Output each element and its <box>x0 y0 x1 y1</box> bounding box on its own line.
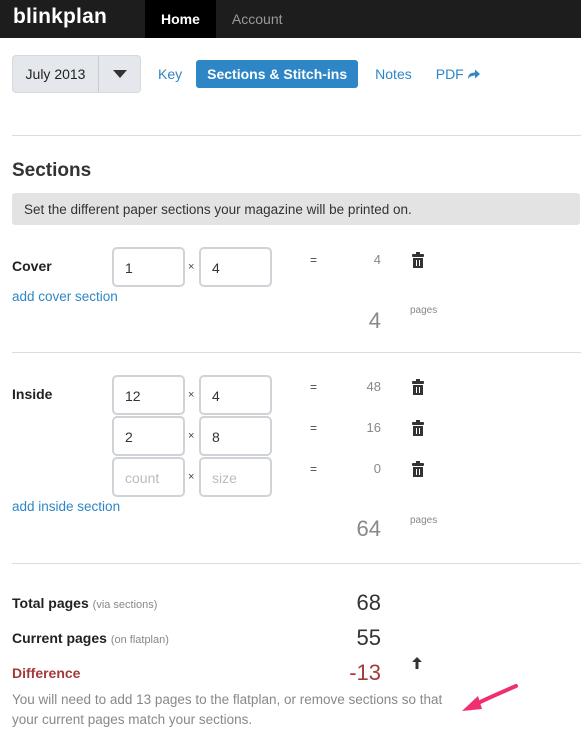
top-navbar: blinkplan Home Account <box>0 0 581 38</box>
inside-size-input[interactable]: 8 <box>199 416 272 456</box>
month-select-value[interactable]: July 2013 <box>13 56 99 92</box>
trash-icon[interactable] <box>412 461 424 477</box>
annotation-arrow-icon <box>462 684 518 711</box>
inside-label: Inside <box>12 386 53 402</box>
cover-label: Cover <box>12 258 52 274</box>
inside-total: 64 <box>356 516 381 541</box>
inside-row-result: 0 <box>373 461 381 476</box>
brand-logo[interactable]: blinkplan <box>0 0 145 38</box>
sections-hint: Set the different paper sections your ma… <box>12 193 580 225</box>
times-sign: × <box>188 430 195 442</box>
current-pages-note: (on flatplan) <box>110 634 169 646</box>
inside-size-input[interactable]: size <box>199 457 272 497</box>
tab-notes[interactable]: Notes <box>375 66 412 82</box>
add-inside-section-link[interactable]: add inside section <box>12 499 120 514</box>
current-pages-label-text: Current pages <box>12 630 107 646</box>
total-pages-note: (via sections) <box>92 599 158 611</box>
trash-icon[interactable] <box>412 379 424 395</box>
inside-row-result: 16 <box>366 420 381 435</box>
add-cover-section-link[interactable]: add cover section <box>12 289 118 304</box>
inside-pages-label: pages <box>410 515 438 526</box>
inside-size-input[interactable]: 4 <box>199 375 272 415</box>
equals-sign: = <box>310 380 318 394</box>
current-pages-value: 55 <box>356 625 381 650</box>
up-arrow-icon[interactable] <box>412 657 422 669</box>
month-select[interactable]: July 2013 <box>12 55 141 93</box>
divider <box>12 135 581 136</box>
cover-row-result: 4 <box>373 252 381 267</box>
tab-key[interactable]: Key <box>158 66 182 82</box>
cover-total: 4 <box>368 308 381 333</box>
inside-row-result: 48 <box>366 379 381 394</box>
inside-count-input[interactable]: 12 <box>112 375 185 415</box>
difference-message: You will need to add 13 pages to the fla… <box>12 692 443 727</box>
nav-account[interactable]: Account <box>216 0 299 38</box>
equals-sign: = <box>310 421 318 435</box>
share-arrow-icon <box>467 69 480 79</box>
trash-icon[interactable] <box>412 420 424 436</box>
total-pages-label-text: Total pages <box>12 595 89 611</box>
inside-count-input[interactable]: 2 <box>112 416 185 456</box>
tab-sections[interactable]: Sections & Stitch-ins <box>196 60 359 88</box>
sections-title: Sections <box>12 160 92 181</box>
toolbar: July 2013 Key Sections & Stitch-ins Note… <box>12 55 581 93</box>
difference-label: Difference <box>12 665 81 681</box>
trash-icon[interactable] <box>412 252 424 268</box>
tab-pdf[interactable]: PDF <box>436 66 481 82</box>
month-select-toggle[interactable] <box>99 56 140 92</box>
times-sign: × <box>188 471 195 483</box>
cover-size-input[interactable]: 4 <box>199 247 272 287</box>
inside-count-input[interactable]: count <box>112 457 185 497</box>
nav-home[interactable]: Home <box>145 0 216 38</box>
current-pages-label: Current pages (on flatplan) <box>12 630 169 646</box>
caret-down-icon <box>112 70 127 78</box>
cover-pages-label: pages <box>410 305 438 316</box>
times-sign: × <box>188 261 195 273</box>
equals-sign: = <box>310 253 318 267</box>
divider <box>12 352 581 353</box>
difference-value: -13 <box>349 660 381 685</box>
times-sign: × <box>188 389 195 401</box>
divider <box>12 563 581 564</box>
total-pages-label: Total pages (via sections) <box>12 595 157 611</box>
cover-count-input[interactable]: 1 <box>112 247 185 287</box>
equals-sign: = <box>310 462 318 476</box>
tab-pdf-label: PDF <box>435 66 464 82</box>
total-pages-value: 68 <box>356 590 381 615</box>
